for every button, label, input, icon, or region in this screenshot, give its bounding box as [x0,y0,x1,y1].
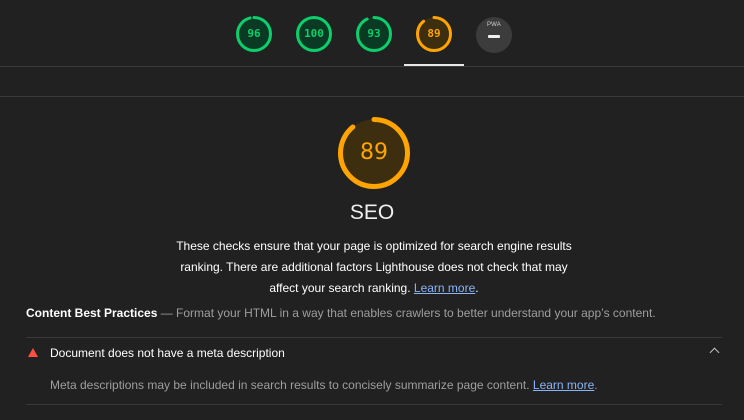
gauge-score: 96 [247,27,261,40]
category-score: 89 [360,140,388,165]
gauge-score: 93 [367,27,381,40]
divider [26,404,722,405]
audit-title: Document does not have a meta descriptio… [50,346,285,360]
audit-group-header: Content Best Practices — Format your HTM… [26,306,656,320]
category-gauge: 89 [338,117,410,189]
group-title: Content Best Practices [26,306,158,320]
best-practices-gauge[interactable]: 93 [356,16,392,52]
audit-meta-description[interactable]: Document does not have a meta descriptio… [26,338,722,368]
fail-triangle-icon [28,348,38,357]
audit-description-text: Meta descriptions may be included in sea… [50,378,533,392]
group-description: Format your HTML in a way that enables c… [176,306,656,320]
accessibility-gauge[interactable]: 100 [296,16,332,52]
category-title: SEO [349,201,395,224]
period: . [475,281,479,295]
pwa-label: PWA [486,22,502,28]
learn-more-link[interactable]: Learn more [414,281,475,295]
dash-icon [488,35,500,38]
divider [0,96,744,97]
category-description-text: These checks ensure that your page is op… [176,239,572,295]
pwa-badge[interactable]: PWA [476,17,512,53]
audit-learn-more-link[interactable]: Learn more [533,378,594,392]
performance-gauge[interactable]: 96 [236,16,272,52]
group-separator: — [157,306,177,320]
score-nav: 96 100 93 89 PWA [0,0,744,67]
gauge-score: 89 [427,27,441,40]
chevron-up-icon[interactable] [709,347,720,358]
lighthouse-report: 96 100 93 89 PWA 89 SEO These checks ens… [0,0,744,420]
active-tab-indicator [404,64,464,66]
audit-description: Meta descriptions may be included in sea… [50,378,598,392]
category-description: These checks ensure that your page is op… [168,236,580,299]
period: . [594,378,598,392]
gauge-score: 100 [304,27,324,40]
seo-gauge[interactable]: 89 [416,16,452,52]
